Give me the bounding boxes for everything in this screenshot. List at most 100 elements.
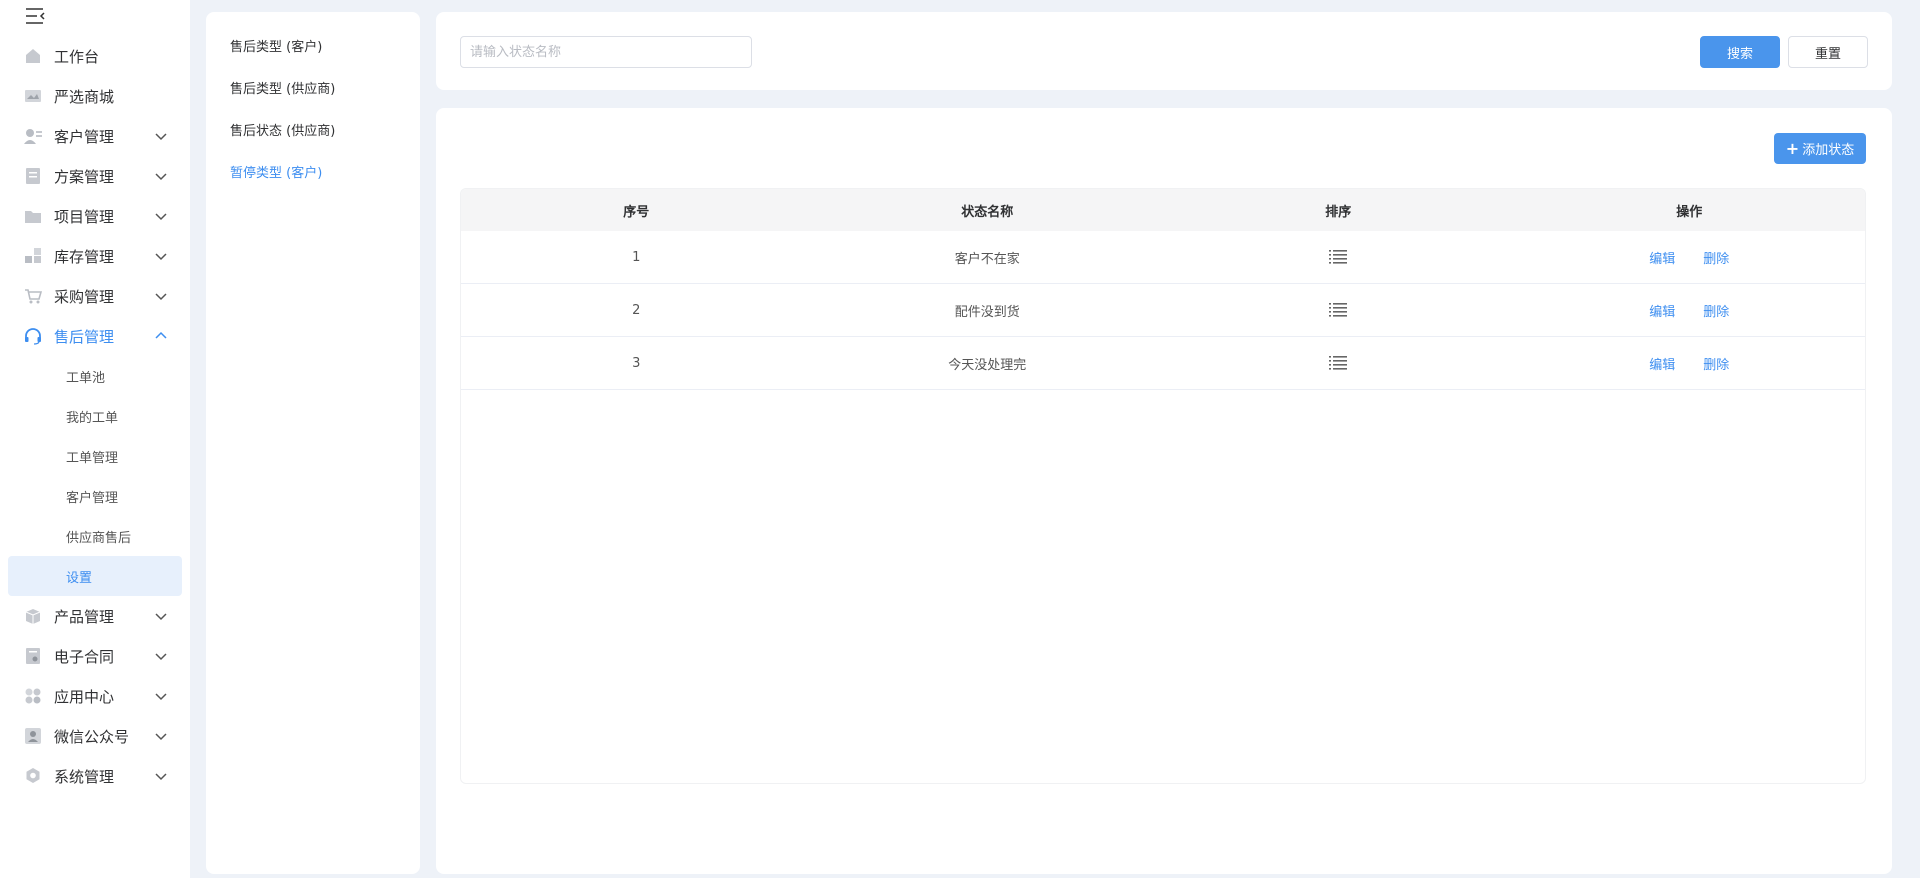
person-icon	[24, 727, 42, 745]
chevron-down-icon	[155, 213, 167, 221]
row-index: 1	[632, 249, 641, 265]
drag-handle-icon[interactable]	[1329, 355, 1348, 371]
sidebar-item-label: 应用中心	[54, 687, 115, 706]
sidebar-item-after-sales[interactable]: 售后管理	[0, 316, 190, 356]
table-row: 2 配件没到货 编辑 删除	[461, 284, 1865, 337]
drag-handle-icon[interactable]	[1329, 249, 1348, 265]
sidebar-item-purchasing[interactable]: 采购管理	[0, 276, 190, 316]
cart-icon	[24, 287, 42, 305]
category-after-sales-type-customer[interactable]: 售后类型 (客户)	[230, 36, 322, 55]
add-status-button[interactable]: + 添加状态	[1774, 133, 1866, 164]
sidebar-item-label: 项目管理	[54, 207, 115, 226]
table-row: 3 今天没处理完 编辑 删除	[461, 337, 1865, 390]
header-status-name: 状态名称	[961, 204, 1014, 220]
chevron-down-icon	[155, 253, 167, 261]
contract-icon	[24, 647, 42, 665]
submenu-item-settings[interactable]: 设置	[8, 556, 182, 596]
user-card-icon	[24, 127, 42, 145]
sidebar-item-label: 客户管理	[54, 127, 115, 146]
gear-icon	[24, 767, 42, 785]
delete-link[interactable]: 删除	[1703, 248, 1729, 267]
sidebar-item-label: 售后管理	[54, 327, 115, 346]
sidebar-item-mall[interactable]: 严选商城	[0, 76, 190, 116]
row-actions: 编辑 删除	[1514, 301, 1866, 320]
sidebar-item-products[interactable]: 产品管理	[0, 596, 190, 636]
status-name-search-input[interactable]	[460, 36, 752, 68]
sidebar-item-system[interactable]: 系统管理	[0, 756, 190, 796]
sidebar-item-app-center[interactable]: 应用中心	[0, 676, 190, 716]
sidebar-item-label: 严选商城	[54, 87, 115, 106]
header-actions: 操作	[1676, 204, 1703, 220]
after-sales-submenu: 工单池 我的工单 工单管理 客户管理 供应商售后 设置	[0, 356, 190, 596]
box-icon	[24, 607, 42, 625]
search-card: 搜索 重置	[436, 12, 1892, 90]
search-button[interactable]: 搜索	[1700, 36, 1780, 68]
row-actions: 编辑 删除	[1514, 248, 1866, 267]
sidebar-item-workbench[interactable]: 工作台	[0, 36, 190, 76]
reset-button[interactable]: 重置	[1788, 36, 1868, 68]
chevron-down-icon	[155, 293, 167, 301]
row-index: 3	[632, 355, 641, 371]
sidebar-item-wechat[interactable]: 微信公众号	[0, 716, 190, 756]
sidebar-item-label: 系统管理	[54, 767, 115, 786]
row-status-name: 客户不在家	[954, 251, 1020, 267]
sidebar-item-plans[interactable]: 方案管理	[0, 156, 190, 196]
headset-icon	[24, 327, 42, 345]
chevron-down-icon	[155, 693, 167, 701]
sidebar-item-label: 产品管理	[54, 607, 115, 626]
row-status-name: 今天没处理完	[948, 357, 1027, 373]
blocks-icon	[24, 247, 42, 265]
category-panel: 售后类型 (客户) 售后类型 (供应商) 售后状态 (供应商) 暂停类型 (客户…	[206, 12, 420, 874]
edit-link[interactable]: 编辑	[1649, 301, 1675, 320]
submenu-item-ticket-management[interactable]: 工单管理	[0, 436, 190, 476]
category-after-sales-status-supplier[interactable]: 售后状态 (供应商)	[230, 120, 335, 139]
sidebar-item-label: 工作台	[54, 47, 100, 66]
edit-link[interactable]: 编辑	[1649, 354, 1675, 373]
menu-collapse-icon[interactable]	[24, 6, 46, 26]
home-icon	[24, 47, 42, 65]
edit-link[interactable]: 编辑	[1649, 248, 1675, 267]
row-index: 2	[632, 302, 641, 318]
table-row: 1 客户不在家 编辑 删除	[461, 231, 1865, 284]
header-sort: 排序	[1325, 204, 1352, 220]
status-list-card: + 添加状态 序号 状态名称 排序 操作 1 客户不在家 编辑 删除 2 配件没…	[436, 108, 1892, 874]
sidebar-item-customers[interactable]: 客户管理	[0, 116, 190, 156]
delete-link[interactable]: 删除	[1703, 301, 1729, 320]
category-after-sales-type-supplier[interactable]: 售后类型 (供应商)	[230, 78, 335, 97]
folder-icon	[24, 207, 42, 225]
apps-icon	[24, 687, 42, 705]
header-index: 序号	[623, 204, 650, 220]
chevron-down-icon	[155, 773, 167, 781]
category-pause-type-customer[interactable]: 暂停类型 (客户)	[230, 162, 322, 181]
drag-handle-icon[interactable]	[1329, 302, 1348, 318]
submenu-item-my-tickets[interactable]: 我的工单	[0, 396, 190, 436]
chevron-down-icon	[155, 613, 167, 621]
chevron-down-icon	[155, 133, 167, 141]
submenu-item-supplier-after-sales[interactable]: 供应商售后	[0, 516, 190, 556]
table-header: 序号 状态名称 排序 操作	[461, 189, 1865, 231]
chevron-down-icon	[155, 173, 167, 181]
add-status-label: 添加状态	[1802, 143, 1855, 158]
sort-cell	[1163, 249, 1514, 265]
sort-cell	[1163, 302, 1514, 318]
sidebar: 工作台 严选商城 客户管理 方案管理 项目管理 库存管理 采购管理 售后管理 工…	[0, 0, 190, 878]
submenu-item-ticket-pool[interactable]: 工单池	[0, 356, 190, 396]
sidebar-menu: 工作台 严选商城 客户管理 方案管理 项目管理 库存管理 采购管理 售后管理 工…	[0, 36, 190, 796]
sidebar-item-e-contract[interactable]: 电子合同	[0, 636, 190, 676]
sort-cell	[1163, 355, 1514, 371]
sidebar-item-label: 微信公众号	[54, 727, 130, 746]
row-status-name: 配件没到货	[954, 304, 1020, 320]
chevron-up-icon	[155, 331, 167, 339]
delete-link[interactable]: 删除	[1703, 354, 1729, 373]
plus-icon: +	[1785, 138, 1800, 158]
submenu-item-customer-management[interactable]: 客户管理	[0, 476, 190, 516]
sidebar-item-label: 电子合同	[54, 647, 115, 666]
sidebar-item-label: 方案管理	[54, 167, 115, 186]
chevron-down-icon	[155, 653, 167, 661]
sidebar-item-projects[interactable]: 项目管理	[0, 196, 190, 236]
document-icon	[24, 167, 42, 185]
chevron-down-icon	[155, 733, 167, 741]
image-icon	[24, 87, 42, 105]
sidebar-item-inventory[interactable]: 库存管理	[0, 236, 190, 276]
row-actions: 编辑 删除	[1514, 354, 1866, 373]
